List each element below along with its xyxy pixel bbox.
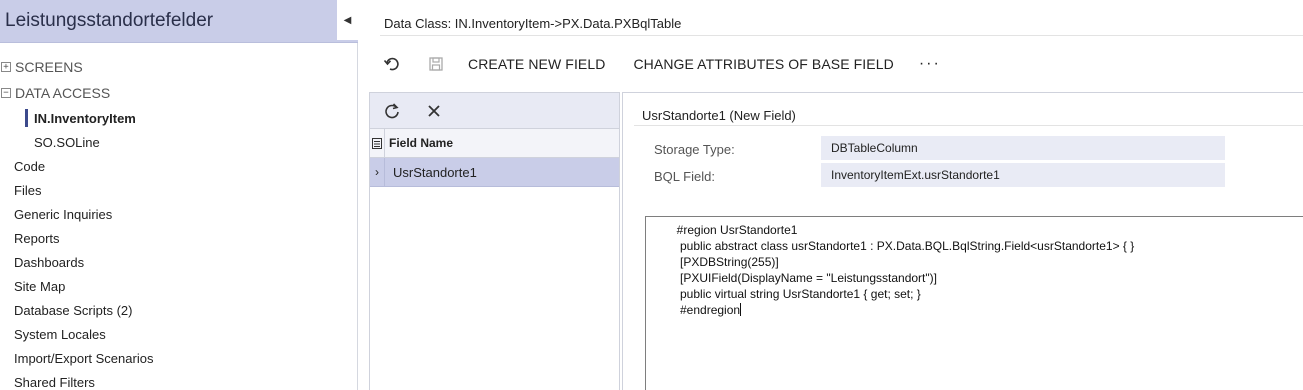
tree-item-database-scripts[interactable]: Database Scripts (2) <box>0 298 356 322</box>
tree-item-so-soline[interactable]: SO.SOLine <box>0 130 356 154</box>
chevron-left-icon: ◀ <box>343 14 352 26</box>
data-class-label: Data Class: IN.InventoryItem->PX.Data.PX… <box>384 16 682 31</box>
customization-window: Leistungsstandortefelder ◀ + SCREENS − D… <box>0 0 1303 390</box>
tree-item-files[interactable]: Files <box>0 178 356 202</box>
bql-field-value: InventoryItemExt.usrStandorte1 <box>821 163 1225 187</box>
tree-item-label: Reports <box>14 230 60 246</box>
sidebar-header: Leistungsstandortefelder ◀ <box>0 0 358 43</box>
create-new-field-button[interactable]: CREATE NEW FIELD <box>468 56 605 72</box>
undo-icon <box>383 57 399 71</box>
column-header-field-name[interactable]: Field Name <box>385 136 453 150</box>
tree-item-shared-filters[interactable]: Shared Filters <box>0 370 356 390</box>
tree-item-system-locales[interactable]: System Locales <box>0 322 356 346</box>
tree-item-site-map[interactable]: Site Map <box>0 274 356 298</box>
tree-item-label: Site Map <box>14 278 66 294</box>
tree-item-label: Code <box>14 158 46 174</box>
bql-field-label: BQL Field: <box>654 169 715 184</box>
main-content: Data Class: IN.InventoryItem->PX.Data.PX… <box>358 0 1303 390</box>
detail-title: UsrStandorte1 (New Field) <box>642 108 796 123</box>
more-icon[interactable]: ··· <box>919 55 941 73</box>
tree-item-label: Database Scripts (2) <box>14 302 133 318</box>
tree-item-dashboards[interactable]: Dashboards <box>0 250 356 274</box>
code-line-last: #endregion <box>650 302 1303 318</box>
close-icon <box>428 104 440 117</box>
save-icon <box>429 57 443 71</box>
divider <box>634 125 1303 126</box>
save-button[interactable] <box>424 52 448 76</box>
grid-header: Field Name <box>370 128 619 158</box>
project-tree: + SCREENS − DATA ACCESS IN.InventoryItem… <box>0 54 356 390</box>
tree-item-label: Generic Inquiries <box>14 206 113 222</box>
code-line: public virtual string UsrStandorte1 { ge… <box>650 287 921 301</box>
tree-item-label: IN.InventoryItem <box>34 110 136 126</box>
tree-item-code[interactable]: Code <box>0 154 356 178</box>
sidebar: Leistungsstandortefelder ◀ + SCREENS − D… <box>0 0 358 390</box>
tree-item-label: SO.SOLine <box>34 134 100 150</box>
tree-item-label: Dashboards <box>14 254 85 270</box>
main-toolbar: CREATE NEW FIELD CHANGE ATTRIBUTES OF BA… <box>380 52 941 76</box>
refresh-button[interactable] <box>380 99 404 123</box>
tree-item-import-export-scenarios[interactable]: Import/Export Scenarios <box>0 346 356 370</box>
collapse-sidebar-button[interactable]: ◀ <box>336 0 358 40</box>
tree-group-screens[interactable]: + SCREENS <box>0 54 356 80</box>
tree-item-label: Import/Export Scenarios <box>14 350 154 366</box>
field-name-cell: UsrStandorte1 <box>393 164 477 180</box>
storage-type-value: DBTableColumn <box>821 136 1225 160</box>
code-line: [PXUIField(DisplayName = "Leistungsstand… <box>650 271 937 285</box>
storage-type-label: Storage Type: <box>654 142 735 157</box>
collapse-icon[interactable]: − <box>1 88 11 98</box>
active-indicator <box>25 109 28 127</box>
table-row[interactable]: › UsrStandorte1 <box>370 157 619 187</box>
text-caret <box>740 303 742 316</box>
grid-select-icon <box>372 137 382 149</box>
tree-item-generic-inquiries[interactable]: Generic Inquiries <box>0 202 356 226</box>
tree-group-label: DATA ACCESS <box>15 85 111 101</box>
tree-item-in-inventoryitem[interactable]: IN.InventoryItem <box>0 106 356 130</box>
fields-grid: Field Name › UsrStandorte1 <box>369 92 620 390</box>
chevron-right-icon[interactable]: › <box>370 157 385 187</box>
code-line: public abstract class usrStandorte1 : PX… <box>650 239 1135 253</box>
project-title: Leistungsstandortefelder <box>5 10 214 31</box>
code-line: #region UsrStandorte1 <box>650 223 798 237</box>
tree-item-label: Files <box>14 182 42 198</box>
divider <box>380 35 1303 36</box>
expand-icon[interactable]: + <box>1 62 11 72</box>
change-attributes-button[interactable]: CHANGE ATTRIBUTES OF BASE FIELD <box>633 56 893 72</box>
field-detail-panel: UsrStandorte1 (New Field) Storage Type: … <box>622 92 1303 390</box>
refresh-icon <box>385 102 399 118</box>
code-line: #endregion <box>650 303 741 317</box>
code-line: [PXDBString(255)] <box>650 255 779 269</box>
tree-group-data-access[interactable]: − DATA ACCESS <box>0 80 356 106</box>
tree-item-label: Shared Filters <box>14 374 95 390</box>
delete-row-button[interactable] <box>422 99 446 123</box>
tree-item-reports[interactable]: Reports <box>0 226 356 250</box>
code-editor[interactable]: #region UsrStandorte1 public abstract cl… <box>645 216 1303 390</box>
grid-toolbar <box>370 93 619 129</box>
select-all-cell[interactable] <box>370 128 385 158</box>
undo-button[interactable] <box>380 52 404 76</box>
tree-item-label: System Locales <box>14 326 106 342</box>
tree-group-label: SCREENS <box>15 59 83 75</box>
